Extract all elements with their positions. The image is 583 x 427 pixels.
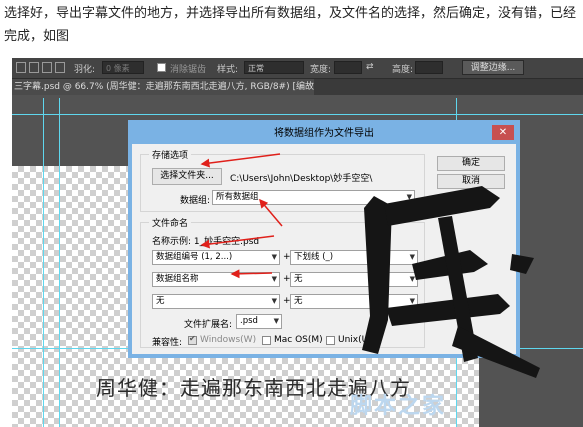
watermark-text: 脚本之家 xyxy=(350,394,447,419)
instruction-caption: 选择好，导出字幕文件的地方，并选择导出所有数据组，及文件名的选择，然后确定，没有… xyxy=(4,6,577,44)
calligraphy-logo xyxy=(362,186,540,378)
photoshop-window: 羽化: 0 像素 消除锯齿 样式: 正常 宽度: ⇄ 高度: 调整边缘... 三… xyxy=(12,58,583,427)
